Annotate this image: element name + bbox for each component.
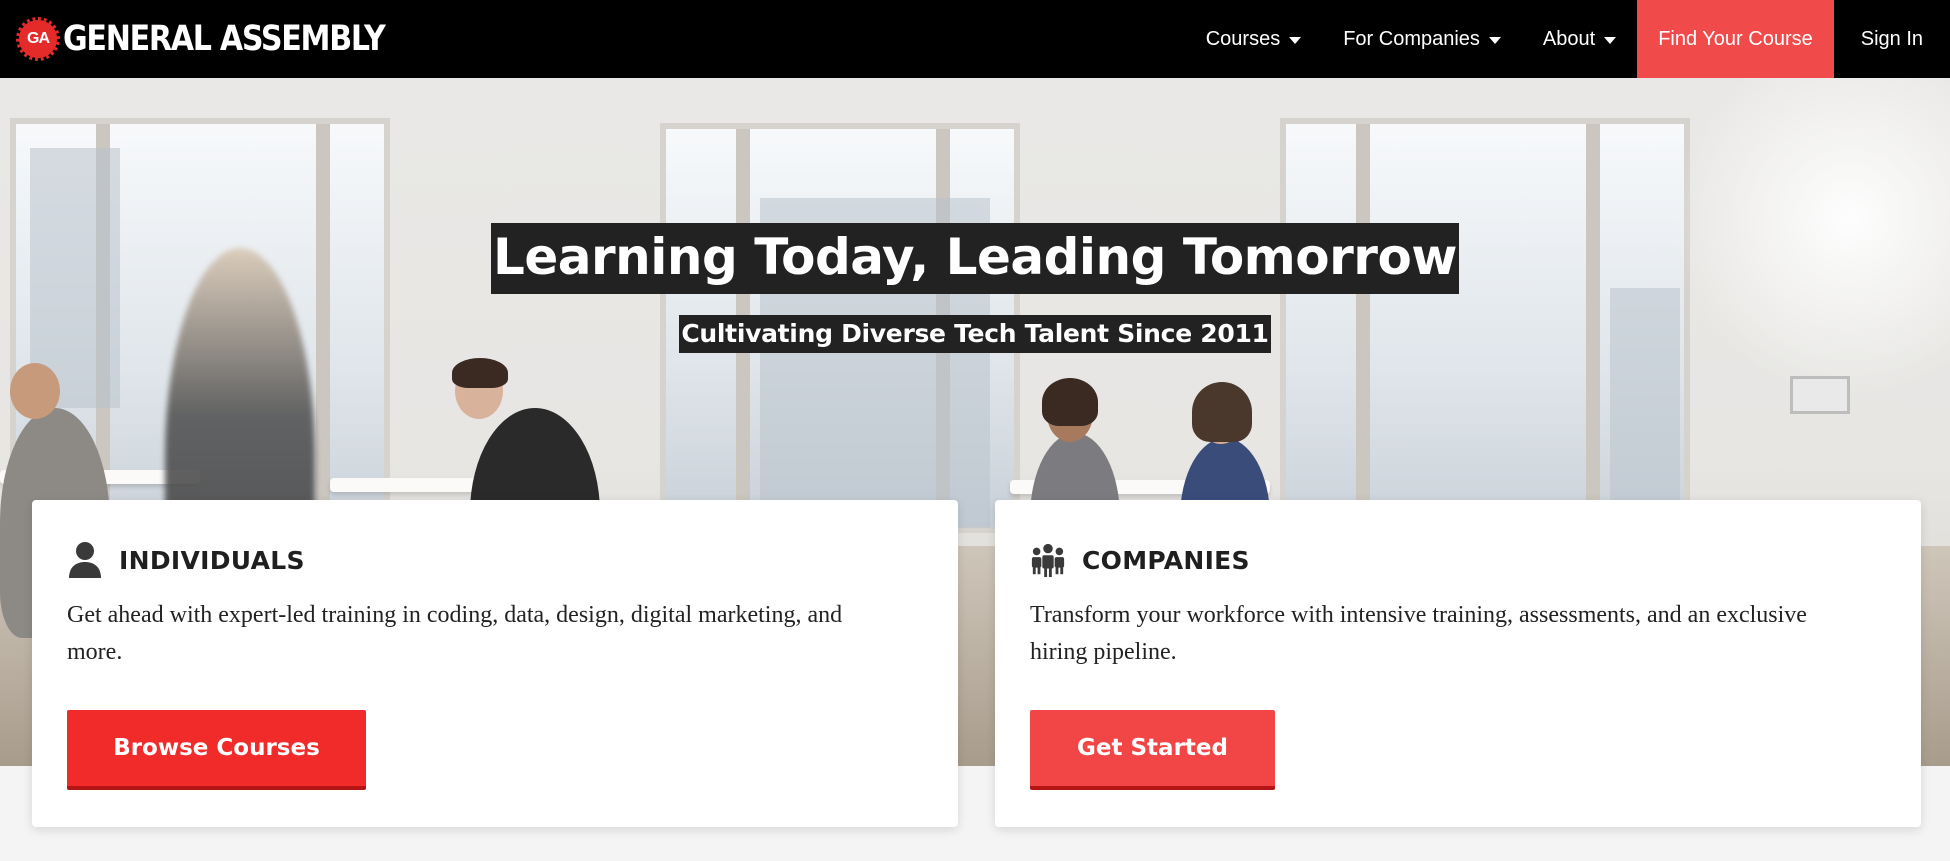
companies-card: COMPANIES Transform your workforce with … [995, 500, 1921, 827]
nav-item-label: About [1542, 27, 1596, 50]
browse-courses-button[interactable]: Browse Courses [67, 710, 366, 790]
find-your-course-button[interactable]: Find Your Course [1637, 0, 1834, 78]
card-description: Get ahead with expert-led training in co… [67, 602, 843, 665]
hair [1192, 382, 1252, 442]
nav-item-label: For Companies [1343, 27, 1480, 50]
card-header: COMPANIES [1030, 540, 1887, 580]
card-header: INDIVIDUALS [67, 540, 924, 580]
chevron-down-icon [1488, 36, 1501, 44]
person-head [10, 363, 60, 419]
nav-menu: Courses For Companies About Find Your Co… [1185, 0, 1950, 78]
nav-item-about[interactable]: About [1522, 0, 1637, 78]
nav-item-courses[interactable]: Courses [1185, 0, 1322, 78]
wall-device [1790, 376, 1850, 414]
hero-title: Learning Today, Leading Tomorrow [0, 223, 1950, 294]
ga-logo-icon: GA [16, 17, 60, 61]
logo[interactable]: GA GENERAL ASSEMBLY [16, 17, 437, 61]
chevron-down-icon [1604, 36, 1617, 44]
sign-in-link[interactable]: Sign In [1834, 0, 1950, 78]
group-icon [1030, 541, 1066, 579]
hair [452, 358, 508, 388]
nav-item-label: Courses [1205, 27, 1281, 50]
get-started-button[interactable]: Get Started [1030, 710, 1275, 790]
chevron-down-icon [1289, 36, 1302, 44]
card-description: Transform your workforce with intensive … [1030, 602, 1807, 665]
hair [1042, 378, 1098, 426]
card-title: INDIVIDUALS [119, 545, 305, 575]
person-icon [67, 541, 103, 579]
hero-subtitle: Cultivating Diverse Tech Talent Since 20… [0, 315, 1950, 353]
nav-item-for-companies[interactable]: For Companies [1322, 0, 1522, 78]
top-nav: GA GENERAL ASSEMBLY Courses For Companie… [0, 0, 1950, 78]
brand-name: GENERAL ASSEMBLY [63, 19, 386, 59]
card-title: COMPANIES [1082, 545, 1250, 575]
individuals-card: INDIVIDUALS Get ahead with expert-led tr… [32, 500, 958, 827]
